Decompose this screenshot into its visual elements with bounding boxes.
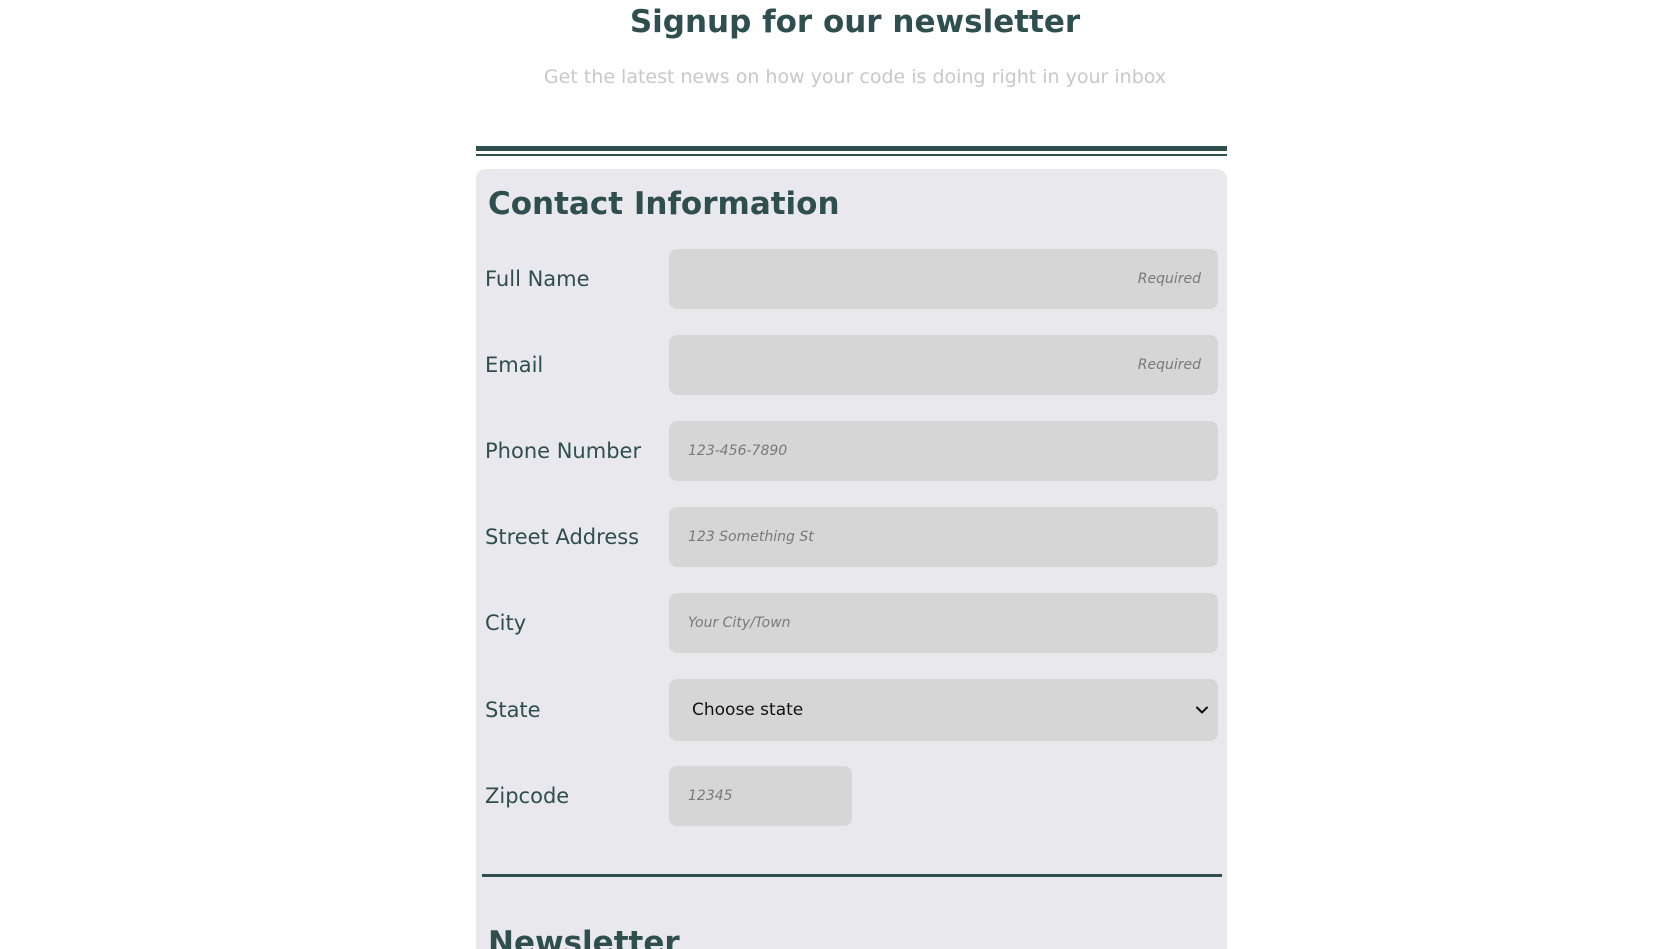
street-input[interactable]: 123 Something St (669, 507, 1218, 567)
signup-form: Contact Information Full Name Required E… (476, 169, 1227, 949)
contact-section-title: Contact Information (488, 186, 840, 222)
page-subtitle: Get the latest news on how your code is … (543, 66, 1167, 88)
phone-label: Phone Number (485, 439, 642, 463)
email-placeholder: Required (1137, 357, 1201, 373)
zipcode-placeholder: 12345 (688, 788, 733, 804)
phone-row: Phone Number 123-456-7890 (485, 421, 1220, 481)
chevron-down-icon (1196, 706, 1208, 714)
page-title: Signup for our newsletter (629, 4, 1081, 40)
phone-placeholder: 123-456-7890 (688, 443, 788, 459)
street-label: Street Address (485, 525, 640, 549)
header-divider-thin (476, 154, 1227, 156)
state-row: State Choose state (485, 679, 1220, 741)
header-divider (476, 146, 1227, 156)
city-input[interactable]: Your City/Town (669, 593, 1218, 653)
phone-input[interactable]: 123-456-7890 (669, 421, 1218, 481)
state-select[interactable]: Choose state (669, 679, 1218, 741)
header-divider-thick (476, 146, 1227, 151)
zipcode-label: Zipcode (485, 784, 570, 808)
newsletter-section-title: Newsletter (488, 925, 680, 949)
email-input[interactable]: Required (669, 335, 1218, 395)
page: Signup for our newsletter Get the latest… (0, 0, 1671, 949)
full-name-placeholder: Required (1137, 271, 1201, 287)
state-label: State (485, 698, 541, 722)
zipcode-row: Zipcode 12345 (485, 766, 1220, 826)
full-name-row: Full Name Required (485, 249, 1220, 309)
section-divider (482, 874, 1222, 877)
city-row: City Your City/Town (485, 593, 1220, 653)
state-select-value: Choose state (692, 700, 804, 720)
zipcode-input[interactable]: 12345 (669, 766, 852, 826)
full-name-input[interactable]: Required (669, 249, 1218, 309)
full-name-label: Full Name (485, 267, 590, 291)
street-row: Street Address 123 Something St (485, 507, 1220, 567)
email-label: Email (485, 353, 544, 377)
email-row: Email Required (485, 335, 1220, 395)
street-placeholder: 123 Something St (688, 529, 814, 545)
city-placeholder: Your City/Town (688, 615, 791, 631)
city-label: City (485, 611, 527, 635)
